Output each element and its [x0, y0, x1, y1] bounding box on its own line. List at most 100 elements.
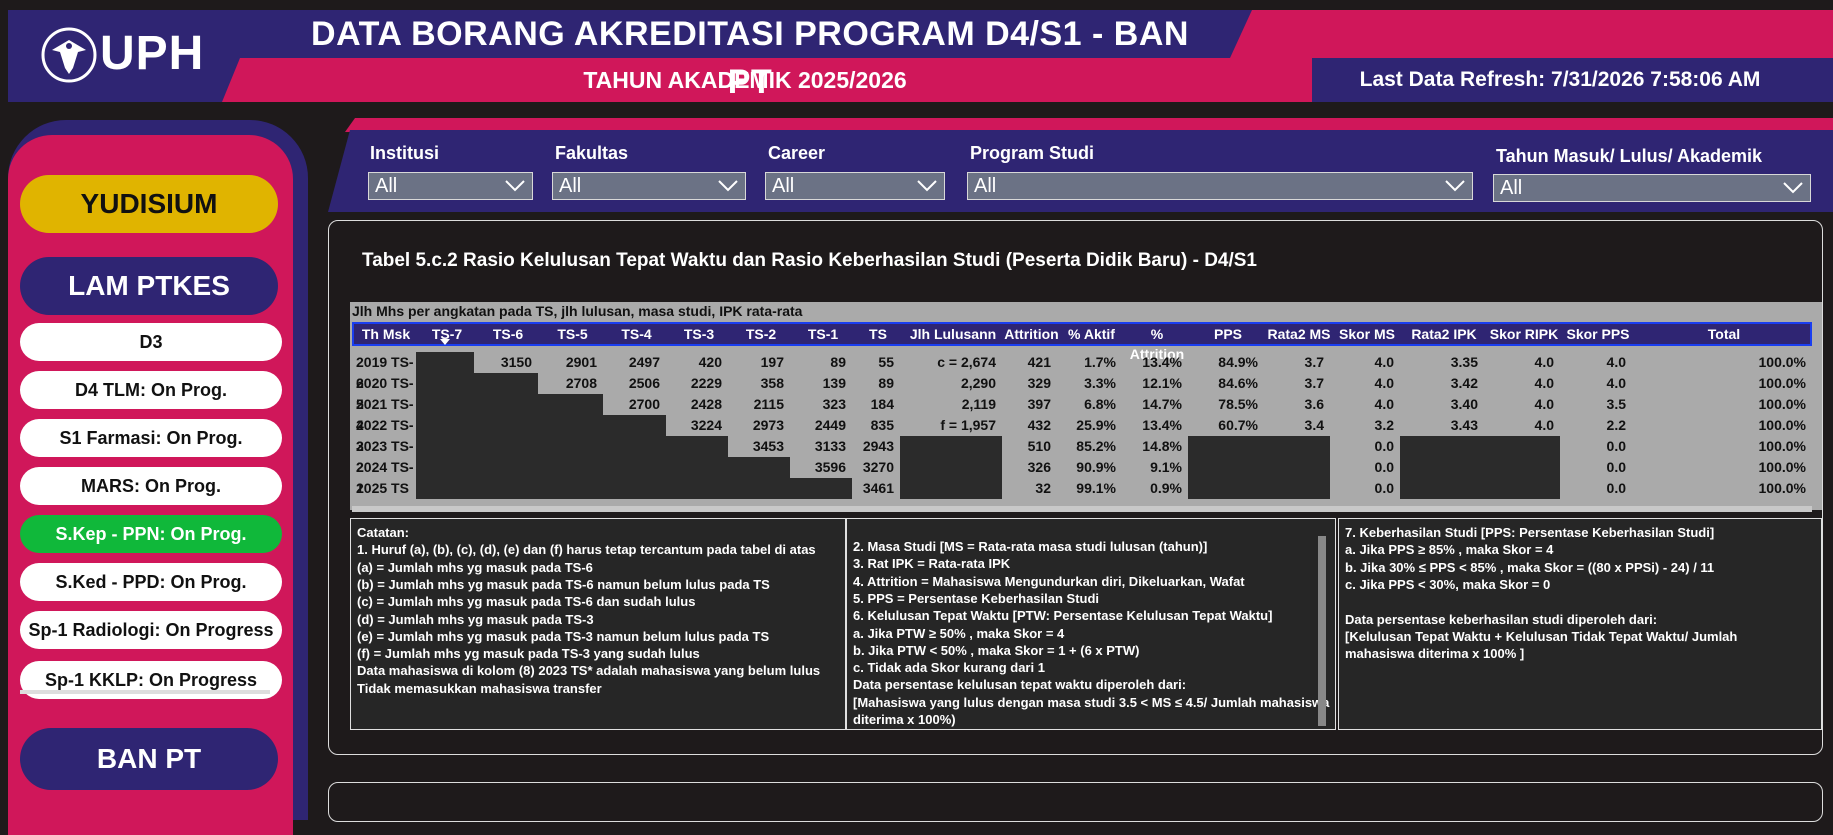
empty-cell: [666, 478, 728, 499]
table-caption: Jlh Mhs per angkatan pada TS, jlh lulusa…: [352, 303, 803, 319]
table-cell: 2229: [690, 375, 722, 391]
sidebar-item-s1-farmasi[interactable]: S1 Farmasi: On Prog.: [20, 419, 282, 457]
table-cell: 510: [1027, 438, 1051, 454]
empty-cell: [1400, 478, 1484, 499]
column-header[interactable]: TS-6: [476, 324, 540, 344]
empty-cell: [474, 373, 538, 394]
lam-ptkes-button[interactable]: LAM PTKES: [20, 257, 278, 315]
column-header[interactable]: Th Msk: [354, 324, 418, 344]
career-dropdown[interactable]: All: [765, 172, 945, 200]
table-cell: 100.0%: [1758, 396, 1806, 412]
column-header[interactable]: Attrition: [1004, 324, 1059, 344]
career-value: All: [772, 175, 795, 197]
empty-cell: [538, 457, 603, 478]
sidebar-scrollbar[interactable]: [20, 690, 270, 694]
empty-cell: [900, 436, 1002, 457]
sidebar-item-skep-ppn[interactable]: S.Kep - PPN: On Prog.: [20, 515, 282, 553]
sidebar-item-sp1-radiologi[interactable]: Sp-1 Radiologi: On Progress: [20, 611, 282, 649]
empty-cell: [603, 478, 666, 499]
institusi-value: All: [375, 175, 398, 197]
column-header[interactable]: Skor MS: [1332, 324, 1402, 344]
empty-cell: [416, 457, 474, 478]
table-cell: 420: [698, 354, 722, 370]
table-cell: 139: [822, 375, 846, 391]
empty-cell: [1264, 457, 1330, 478]
header-accent-top: [1230, 10, 1833, 58]
column-header[interactable]: Rata2 IPK: [1402, 324, 1486, 344]
table-cell: 4.0: [1374, 354, 1394, 370]
note-line: (f) = Jumlah mhs yg masuk pada TS-3 yang…: [357, 646, 700, 662]
sidebar-item-d3[interactable]: D3: [20, 323, 282, 361]
table-cell: 432: [1027, 417, 1051, 433]
table-cell: 99.1%: [1076, 480, 1116, 496]
fakultas-dropdown[interactable]: All: [552, 172, 746, 200]
table-cell: 2,119: [961, 396, 996, 412]
note-line: c. Tidak ada Skor kurang dari 1: [853, 660, 1045, 676]
table-cell: 3.42: [1450, 375, 1478, 391]
empty-cell: [416, 373, 474, 394]
table-cell: 3.4: [1304, 417, 1324, 433]
empty-cell: [666, 436, 728, 457]
chevron-down-icon: [505, 180, 525, 192]
column-header[interactable]: Skor PPS: [1562, 324, 1634, 344]
table-cell: 0.9%: [1150, 480, 1182, 496]
empty-cell: [1188, 457, 1264, 478]
table-cell: 3461: [862, 480, 894, 496]
empty-cell: [474, 415, 538, 436]
table-cell: 326: [1027, 459, 1051, 475]
table-cell: 32: [1035, 480, 1051, 496]
column-header[interactable]: % Attrition: [1124, 324, 1190, 362]
table-row: 2024 TS-1 3596 3270 326 90.9% 9.1% 0.0 0.0 100.0…: [352, 457, 1812, 496]
note-line: (b) = Jumlah mhs yg masuk pada TS-6 namu…: [357, 576, 770, 592]
note-line: Data persentase kelulusan tepat waktu di…: [853, 677, 1187, 693]
table-cell: 60.7%: [1218, 417, 1258, 433]
column-header[interactable]: Rata2 MS: [1266, 324, 1332, 344]
empty-cell: [474, 436, 538, 457]
sidebar-item-d4-tlm[interactable]: D4 TLM: On Prog.: [20, 371, 282, 409]
table-scrollbar[interactable]: [352, 506, 1812, 512]
table-row: 2019 TS-6 3150 2901 2497 420 197 89 55 c = 2,674…: [352, 352, 1812, 391]
empty-cell: [474, 457, 538, 478]
tahun-value: All: [1500, 177, 1523, 199]
column-header[interactable]: TS-5: [540, 324, 605, 344]
column-header[interactable]: TS: [854, 324, 902, 344]
table-cell: 100.0%: [1758, 417, 1806, 433]
table-cell: 4.0: [1534, 375, 1554, 391]
program-studi-dropdown[interactable]: All: [967, 172, 1473, 200]
empty-cell: [603, 415, 666, 436]
sort-desc-icon[interactable]: [440, 339, 450, 345]
yudisium-button[interactable]: YUDISIUM: [20, 175, 278, 233]
notes-scrollbar[interactable]: [1318, 536, 1326, 726]
note-line: mahasiswa diterima x 100% ]: [1345, 646, 1525, 662]
sidebar-item-mars[interactable]: MARS: On Prog.: [20, 467, 282, 505]
table-cell: 13.4%: [1142, 354, 1182, 370]
column-header[interactable]: Total: [1634, 324, 1814, 344]
column-header[interactable]: TS-1: [792, 324, 854, 344]
sidebar-item-sked-ppd[interactable]: S.Ked - PPD: On Prog.: [20, 563, 282, 601]
table-cell: 3133: [814, 438, 846, 454]
table-title: Tabel 5.c.2 Rasio Kelulusan Tepat Waktu …: [362, 250, 1257, 271]
row-label: 2024 TS-1: [356, 459, 414, 496]
empty-cell: [728, 457, 790, 478]
column-header[interactable]: Skor RIPK: [1486, 324, 1562, 344]
institusi-dropdown[interactable]: All: [368, 172, 533, 200]
table-cell: 3.7: [1304, 354, 1324, 370]
note-line: Tidak memasukkan mahasiswa transfer: [357, 680, 602, 696]
column-header[interactable]: TS-2: [730, 324, 792, 344]
column-header[interactable]: TS-3: [668, 324, 730, 344]
empty-cell: [474, 394, 538, 415]
column-header[interactable]: PPS: [1190, 324, 1266, 344]
ban-pt-button[interactable]: BAN PT: [20, 728, 278, 790]
column-header[interactable]: Jlh Lulusann: [902, 324, 1004, 344]
fakultas-label: Fakultas: [555, 143, 629, 163]
column-header[interactable]: % Aktif: [1059, 324, 1124, 344]
table-cell: 89: [830, 354, 846, 370]
row-label: 2021 TS-4: [356, 396, 414, 433]
institusi-label: Institusi: [370, 143, 440, 163]
table-cell: 2.2: [1606, 417, 1626, 433]
chevron-down-icon: [1445, 180, 1465, 192]
empty-cell: [416, 436, 474, 457]
note-line: 4. Attrition = Mahasiswa Mengundurkan di…: [853, 573, 1245, 589]
column-header[interactable]: TS-4: [605, 324, 668, 344]
tahun-dropdown[interactable]: All: [1493, 174, 1811, 202]
